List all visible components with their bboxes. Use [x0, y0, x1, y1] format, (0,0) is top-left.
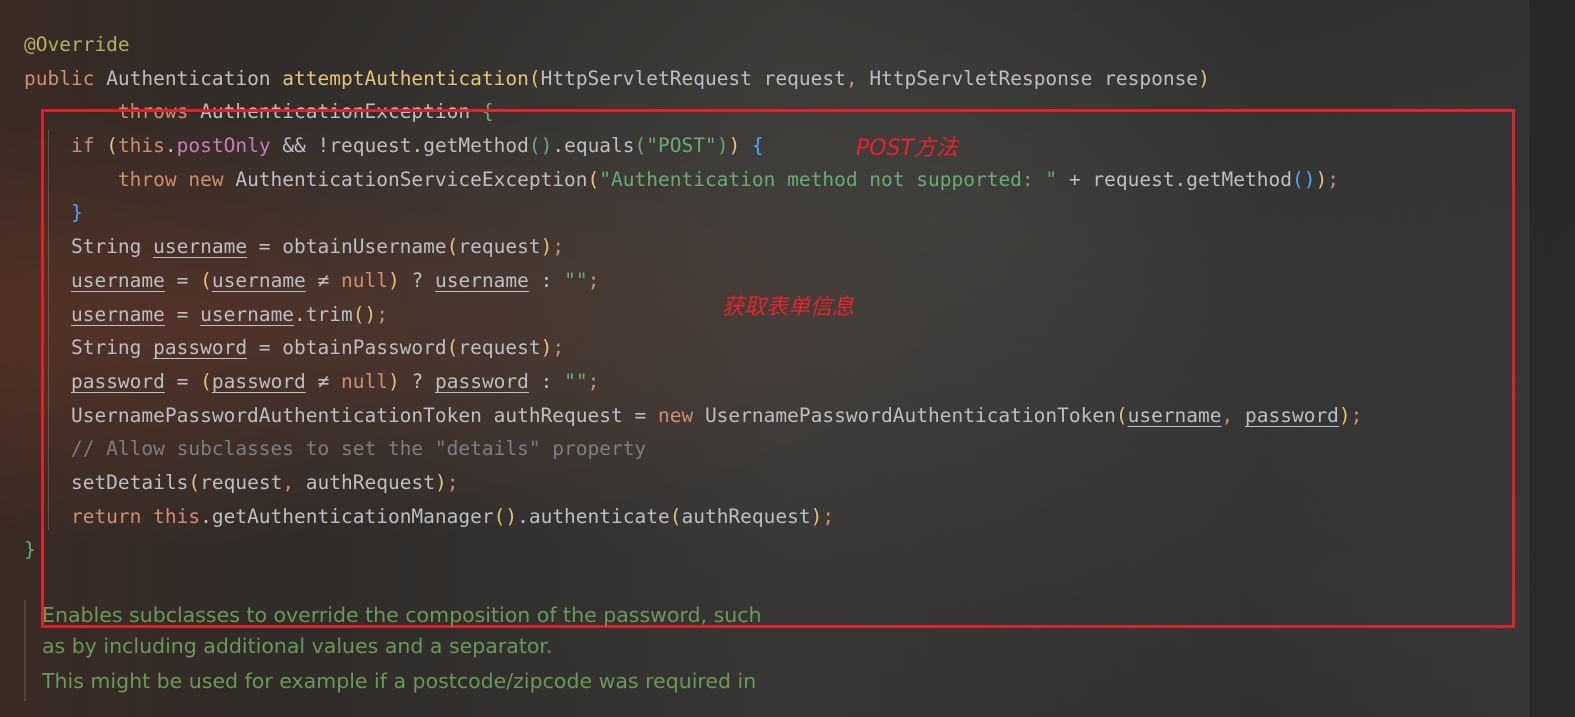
- code-token: ,: [845, 66, 870, 90]
- code-token: attemptAuthentication: [282, 66, 529, 90]
- code-token: public: [24, 66, 107, 90]
- doc-paragraph-1: Enables subclasses to override the compo…: [42, 600, 762, 662]
- code-line[interactable]: public Authentication attemptAuthenticat…: [24, 62, 1362, 96]
- code-line[interactable]: @Override: [24, 28, 1362, 62]
- code-token: (: [528, 66, 541, 90]
- code-token: Authentication: [106, 66, 283, 90]
- post-method-note: POST方法: [856, 136, 958, 161]
- doc-line: Enables subclasses to override the compo…: [42, 603, 762, 627]
- code-token: ): [1198, 66, 1210, 90]
- code-token: HttpServletRequest request: [540, 66, 846, 90]
- form-info-note: 获取表单信息: [722, 295, 855, 320]
- javadoc-panel: Enables subclasses to override the compo…: [24, 600, 762, 701]
- code-token: HttpServletResponse response: [869, 66, 1199, 90]
- doc-paragraph-2: This might be used for example if a post…: [42, 666, 762, 697]
- highlight-box: [41, 109, 1515, 628]
- doc-line: This might be used for example if a post…: [42, 669, 757, 693]
- code-token: @Override: [24, 33, 130, 56]
- doc-line: as by including additional values and a …: [42, 634, 553, 658]
- code-token: }: [24, 538, 36, 562]
- editor-scrollbar-track[interactable]: [1528, 0, 1575, 717]
